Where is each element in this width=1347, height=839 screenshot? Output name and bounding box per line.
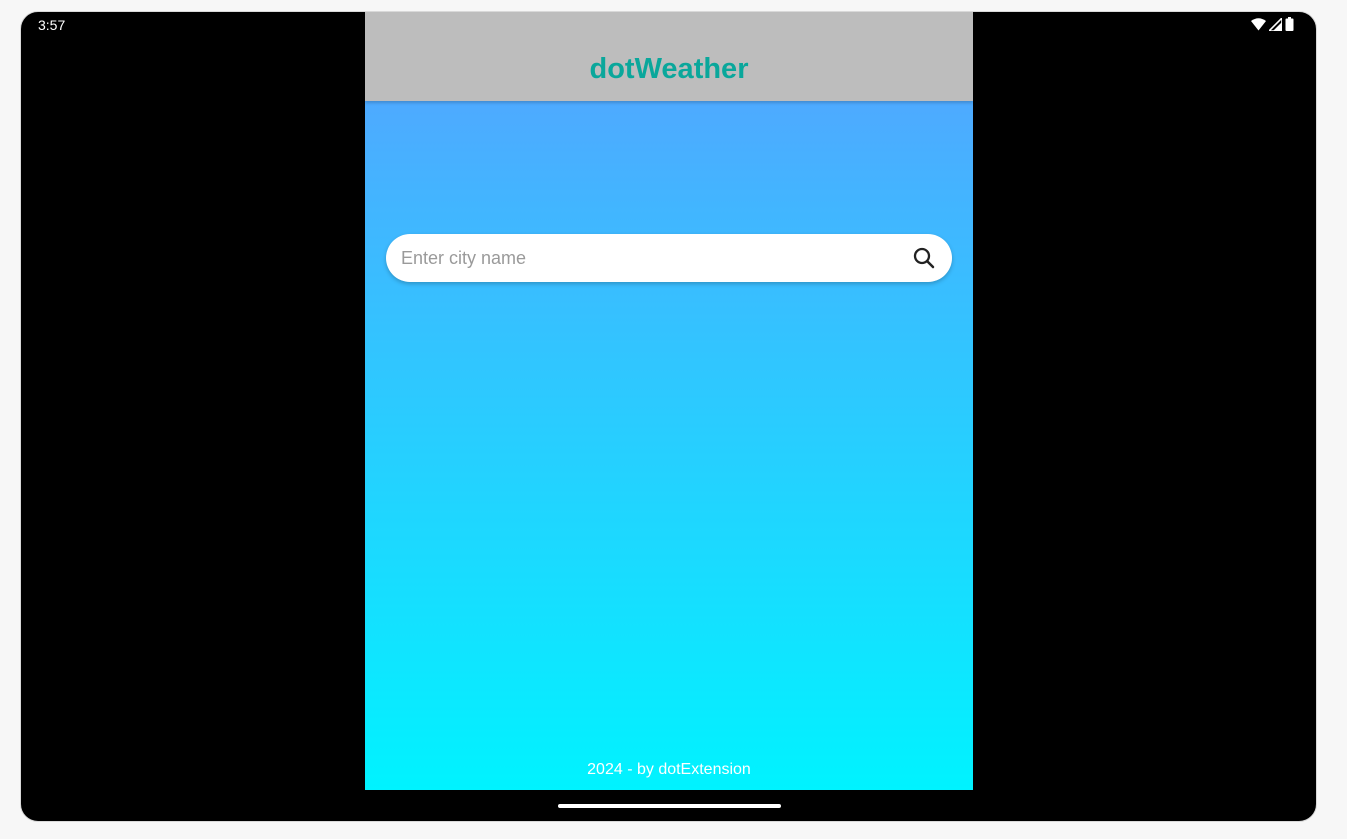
search-bar — [386, 233, 952, 283]
wifi-icon — [1251, 17, 1266, 31]
search-input[interactable] — [386, 233, 912, 283]
status-icons — [1251, 17, 1294, 31]
device-frame: 3:57 dotWeather 2024 - — [20, 11, 1317, 822]
signal-icon — [1269, 17, 1282, 31]
app-title: dotWeather — [589, 53, 749, 85]
status-time: 3:57 — [38, 17, 66, 33]
battery-icon — [1285, 17, 1294, 31]
search-icon[interactable] — [912, 246, 936, 270]
app-window: dotWeather 2024 - by dotExtension — [365, 12, 973, 790]
app-bar: dotWeather — [365, 12, 973, 101]
navigation-handle[interactable] — [558, 804, 781, 808]
footer-credit: 2024 - by dotExtension — [587, 761, 751, 778]
main-content: 2024 - by dotExtension — [365, 101, 973, 790]
